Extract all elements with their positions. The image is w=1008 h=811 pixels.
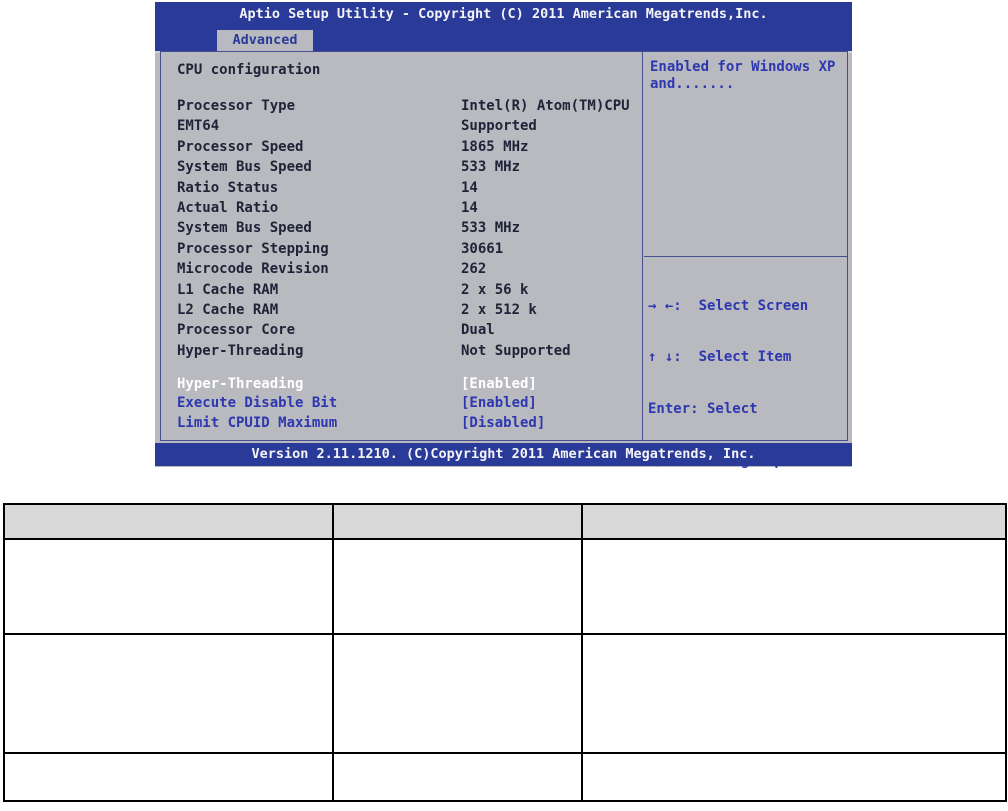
setting-value: [Disabled] [461, 414, 546, 431]
bios-footer-bar: Version 2.11.1210. (C)Copyright 2011 Ame… [155, 443, 852, 466]
item-help-box: Enabled for Windows XP and....... [644, 52, 847, 257]
info-row: EMT64 Supported [161, 116, 642, 136]
info-value: 533 MHz [461, 220, 521, 237]
legend-enter-select: Enter: Select [648, 401, 758, 418]
info-label: Hyper-Threading [177, 342, 304, 359]
table-row [3, 538, 1007, 635]
info-label: L2 Cache RAM [177, 301, 279, 318]
tab-advanced[interactable]: Advanced [217, 30, 313, 51]
info-label: Microcode Revision [177, 261, 329, 278]
info-row: Processor Core Dual [161, 320, 642, 340]
manual-page: Aptio Setup Utility - Copyright (C) 2011… [0, 0, 1008, 811]
info-label: Processor Core [177, 322, 296, 339]
info-value: Supported [461, 118, 537, 135]
table-header-cell [332, 503, 583, 540]
info-row: Processor Speed 1865 MHz [161, 137, 642, 157]
info-row: System Bus Speed 533 MHz [161, 157, 642, 177]
legend-select-screen: → ←: Select Screen [648, 297, 809, 314]
info-value: 14 [461, 199, 478, 216]
table-cell [332, 633, 583, 754]
setting-value: [Enabled] [461, 395, 537, 412]
bios-left-pane: CPU configuration Processor Type Intel(R)… [161, 52, 643, 440]
info-value: 14 [461, 179, 478, 196]
info-row: Actual Ratio 14 [161, 198, 642, 218]
setting-hyper-threading[interactable]: Hyper-Threading [Enabled] [161, 375, 642, 394]
table-header-row [3, 503, 1007, 540]
info-value: 2 x 56 k [461, 281, 529, 298]
bios-screenshot: Aptio Setup Utility - Copyright (C) 2011… [155, 2, 852, 781]
table-cell [3, 752, 334, 802]
info-label: Processor Speed [177, 138, 304, 155]
table-cell [581, 752, 1007, 802]
table-cell [581, 538, 1007, 635]
bios-tab-strip: Advanced [155, 27, 852, 53]
table-cell [581, 633, 1007, 754]
info-row: Ratio Status 14 [161, 178, 642, 198]
bios-main-area: CPU configuration Processor Type Intel(R)… [160, 51, 848, 781]
info-label: Ratio Status [177, 179, 279, 196]
table-cell [332, 538, 583, 635]
help-line: Enabled for Windows XP [650, 59, 836, 75]
info-label: System Bus Speed [177, 220, 312, 237]
info-value: Intel(R) Atom(TM)CPU [461, 98, 630, 114]
info-value: 1865 MHz [461, 138, 529, 155]
setting-limit-cpuid-maximum[interactable]: Limit CPUID Maximum [Disabled] [161, 414, 642, 433]
info-value: 262 [461, 261, 487, 278]
info-row: Processor Stepping 30661 [161, 239, 642, 259]
setting-value: [Enabled] [461, 376, 537, 393]
help-line: and....... [650, 76, 735, 92]
settings-list: Hyper-Threading [Enabled] Execute Disable… [161, 375, 642, 433]
table-row [3, 633, 1007, 754]
table-cell [3, 538, 334, 635]
table-header-cell [3, 503, 334, 540]
info-value: Not Supported [461, 342, 571, 359]
bios-right-pane: Enabled for Windows XP and....... → ←: S… [644, 52, 847, 781]
info-label: Processor Type [177, 98, 296, 114]
info-label: EMT64 [177, 118, 220, 135]
section-title: CPU configuration [177, 62, 321, 78]
info-row: Microcode Revision 262 [161, 259, 642, 279]
info-value: 2 x 512 k [461, 301, 537, 318]
info-row: Processor Type Intel(R) Atom(TM)CPU [161, 96, 642, 116]
info-row: System Bus Speed 533 MHz [161, 218, 642, 238]
cpu-info-list: Processor Type Intel(R) Atom(TM)CPU EMT64… [161, 96, 642, 361]
info-value: Dual [461, 322, 495, 339]
info-value: 533 MHz [461, 159, 521, 176]
setting-label: Hyper-Threading [177, 376, 304, 393]
info-value: 30661 [461, 240, 504, 257]
info-label: Actual Ratio [177, 199, 279, 216]
description-table [3, 503, 1007, 802]
setting-label: Limit CPUID Maximum [177, 414, 338, 431]
info-row: Hyper-Threading Not Supported [161, 341, 642, 361]
info-row: L1 Cache RAM 2 x 56 k [161, 280, 642, 300]
legend-select-item: ↑ ↓: Select Item [648, 349, 792, 366]
info-label: System Bus Speed [177, 159, 312, 176]
table-row [3, 752, 1007, 802]
setting-label: Execute Disable Bit [177, 395, 338, 412]
bios-title-bar: Aptio Setup Utility - Copyright (C) 2011… [155, 2, 852, 27]
info-label: L1 Cache RAM [177, 281, 279, 298]
table-cell [3, 633, 334, 754]
table-cell [332, 752, 583, 802]
info-row: L2 Cache RAM 2 x 512 k [161, 300, 642, 320]
info-label: Processor Stepping [177, 240, 329, 257]
setting-execute-disable-bit[interactable]: Execute Disable Bit [Enabled] [161, 394, 642, 413]
table-header-cell [581, 503, 1007, 540]
